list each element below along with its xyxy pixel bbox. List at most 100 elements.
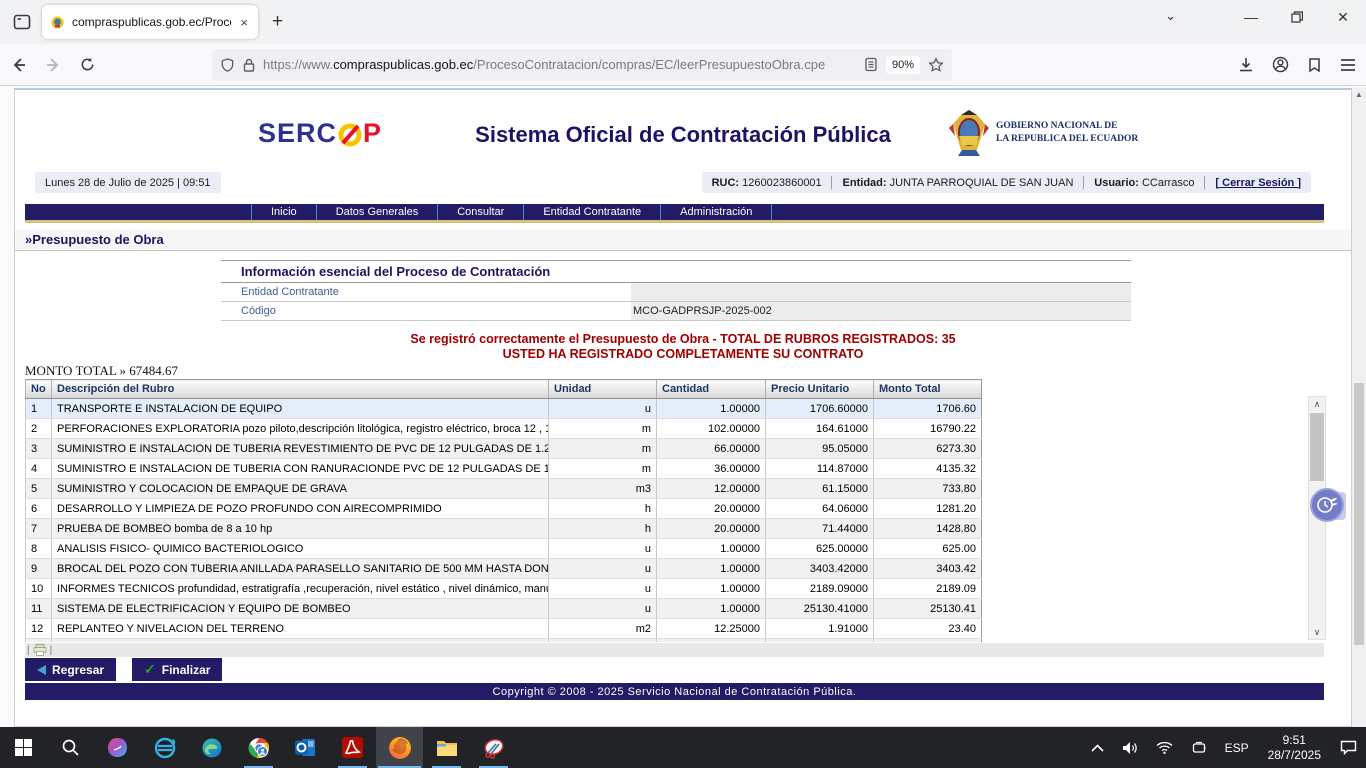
account-icon[interactable] [1272, 56, 1289, 73]
cell-precio-unitario: 1706.60000 [766, 399, 874, 419]
scroll-up-icon[interactable]: ∧ [1309, 397, 1325, 411]
cell-descripcion: BROCAL DEL POZO CON TUBERIA ANILLADA PAR… [52, 559, 549, 579]
browser-toolbar: https://www.compraspublicas.gob.ec/Proce… [0, 44, 1366, 86]
reader-mode-icon[interactable] [864, 57, 878, 72]
info-row: Entidad Contratante [221, 283, 1131, 302]
table-row[interactable]: 8 ANALISIS FISICO- QUIMICO BACTERIOLOGIC… [26, 539, 982, 559]
firefox-icon[interactable] [376, 727, 423, 768]
browser-tab[interactable]: compraspublicas.gob.ec/Proce × [42, 5, 258, 39]
usuario-label: Usuario: [1094, 177, 1139, 189]
ecuador-coat-of-arms-icon [947, 108, 991, 158]
cell-no: 5 [26, 479, 52, 499]
cell-descripcion: INFORMES TECNICOS profundidad, estratigr… [52, 579, 549, 599]
reload-button[interactable] [72, 50, 102, 80]
window-minimize-button[interactable]: — [1228, 0, 1274, 34]
meet-now-icon[interactable] [1182, 727, 1216, 768]
browser-scrollbar-thumb[interactable] [1354, 383, 1364, 645]
scroll-down-icon[interactable]: ∨ [1309, 625, 1325, 639]
volume-icon[interactable] [1113, 727, 1147, 768]
search-button[interactable] [47, 727, 94, 768]
cell-descripcion: EXCAVACION A PULSO [52, 639, 549, 643]
ruc-value: 1260023860001 [742, 177, 822, 189]
scrollbar-up-icon[interactable]: ▲ [1352, 87, 1366, 101]
url-bar[interactable]: https://www.compraspublicas.gob.ec/Proce… [212, 49, 952, 81]
page-content: SERCP Sistema Oficial de Contratación Pú… [14, 88, 1352, 727]
chrome-icon[interactable] [235, 727, 282, 768]
nav-item[interactable]: Consultar [438, 204, 524, 220]
taskbar-clock[interactable]: 9:5128/7/2025 [1258, 727, 1331, 768]
language-indicator[interactable]: ESP [1216, 727, 1258, 768]
internet-explorer-icon[interactable] [141, 727, 188, 768]
tab-list-chevron-icon[interactable]: ⌄ [1165, 8, 1176, 24]
forward-button[interactable] [38, 50, 68, 80]
table-row[interactable]: 5 SUMINISTRO Y COLOCACION DE EMPAQUE DE … [26, 479, 982, 499]
cell-precio-unitario: 1.91000 [766, 619, 874, 639]
regresar-button[interactable]: Regresar [25, 658, 116, 681]
shield-icon[interactable] [220, 57, 235, 73]
firefox-view-icon[interactable] [8, 8, 36, 36]
start-button[interactable] [0, 727, 47, 768]
table-row[interactable]: 4 SUMINISTRO E INSTALACION DE TUBERIA CO… [26, 459, 982, 479]
table-row[interactable]: 3 SUMINISTRO E INSTALACION DE TUBERIA RE… [26, 439, 982, 459]
wifi-icon[interactable] [1147, 727, 1182, 768]
zoom-level-button[interactable]: 90% [886, 56, 920, 74]
back-button[interactable] [4, 50, 34, 80]
lock-icon[interactable] [243, 58, 255, 72]
copilot-icon[interactable] [94, 727, 141, 768]
new-tab-button[interactable]: + [272, 11, 283, 33]
nav-item[interactable]: Inicio [251, 204, 317, 220]
file-explorer-icon[interactable] [423, 727, 470, 768]
snipping-tool-icon[interactable] [470, 727, 517, 768]
nav-item[interactable]: Datos Generales [317, 204, 439, 220]
info-value: MCO-GADPRSJP-2025-002 [631, 302, 1131, 320]
downloads-icon[interactable] [1238, 57, 1254, 73]
cell-descripcion: TRANSPORTE E INSTALACION DE EQUIPO [52, 399, 549, 419]
tab-close-icon[interactable]: × [238, 15, 250, 30]
cell-precio-unitario: 61.15000 [766, 479, 874, 499]
timer-extension-badge[interactable] [1310, 488, 1346, 524]
table-row[interactable]: 1 TRANSPORTE E INSTALACION DE EQUIPO u 1… [26, 399, 982, 419]
table-row[interactable]: 9 BROCAL DEL POZO CON TUBERIA ANILLADA P… [26, 559, 982, 579]
window-close-button[interactable]: ✕ [1320, 0, 1366, 34]
cell-unidad: u [549, 539, 657, 559]
footer-copyright: Copyright © 2008 - 2025 Servicio Naciona… [25, 683, 1324, 700]
window-restore-button[interactable] [1274, 0, 1320, 34]
table-row[interactable]: 10 INFORMES TECNICOS profundidad, estrat… [26, 579, 982, 599]
government-logo: GOBIERNO NACIONAL DELA REPUBLICA DEL ECU… [947, 108, 1138, 158]
table-row[interactable]: 13 EXCAVACION A PULSO [26, 639, 982, 643]
main-navigation: InicioDatos GeneralesConsultarEntidad Co… [25, 204, 1324, 223]
cell-monto-total: 1281.20 [874, 499, 982, 519]
table-header-cell: Monto Total [874, 380, 982, 399]
table-row[interactable]: 12 REPLANTEO Y NIVELACION DEL TERRENO m2… [26, 619, 982, 639]
table-row[interactable]: 7 PRUEBA DE BOMBEO bomba de 8 a 10 hp h … [26, 519, 982, 539]
acrobat-icon[interactable] [329, 727, 376, 768]
cell-unidad: u [549, 559, 657, 579]
nav-item[interactable]: Entidad Contratante [524, 204, 661, 220]
cell-descripcion: REPLANTEO Y NIVELACION DEL TERRENO [52, 619, 549, 639]
menu-hamburger-icon[interactable] [1340, 58, 1356, 72]
outlook-icon[interactable] [282, 727, 329, 768]
browser-scrollbar[interactable]: ▲ [1352, 87, 1366, 727]
print-strip: | | [25, 643, 1324, 657]
table-header-cell: Descripción del Rubro [52, 380, 549, 399]
finalizar-button[interactable]: ✓ Finalizar [132, 658, 222, 681]
tray-chevron-icon[interactable] [1082, 727, 1113, 768]
cell-precio-unitario: 95.05000 [766, 439, 874, 459]
scrollbar-thumb[interactable] [1310, 413, 1324, 481]
cell-descripcion: SUMINISTRO E INSTALACION DE TUBERIA CON … [52, 459, 549, 479]
extensions-icon[interactable] [1307, 57, 1322, 73]
table-row[interactable]: 11 SISTEMA DE ELECTRIFICACION Y EQUIPO D… [26, 599, 982, 619]
clock-wings-icon[interactable] [1310, 488, 1344, 522]
table-row[interactable]: 6 DESARROLLO Y LIMPIEZA DE POZO PROFUNDO… [26, 499, 982, 519]
cell-unidad: h [549, 519, 657, 539]
logout-link[interactable]: [ Cerrar Sesión ] [1215, 177, 1301, 189]
nav-item[interactable]: Administración [661, 204, 772, 220]
url-text[interactable]: https://www.compraspublicas.gob.ec/Proce… [263, 57, 856, 72]
cell-monto-total: 2189.09 [874, 579, 982, 599]
print-icon[interactable] [33, 644, 47, 656]
edge-icon[interactable] [188, 727, 235, 768]
table-row[interactable]: 2 PERFORACIONES EXPLORATORIA pozo piloto… [26, 419, 982, 439]
bookmark-star-icon[interactable] [928, 57, 944, 73]
entidad-label: Entidad: [843, 177, 887, 189]
action-center-icon[interactable] [1331, 727, 1366, 768]
